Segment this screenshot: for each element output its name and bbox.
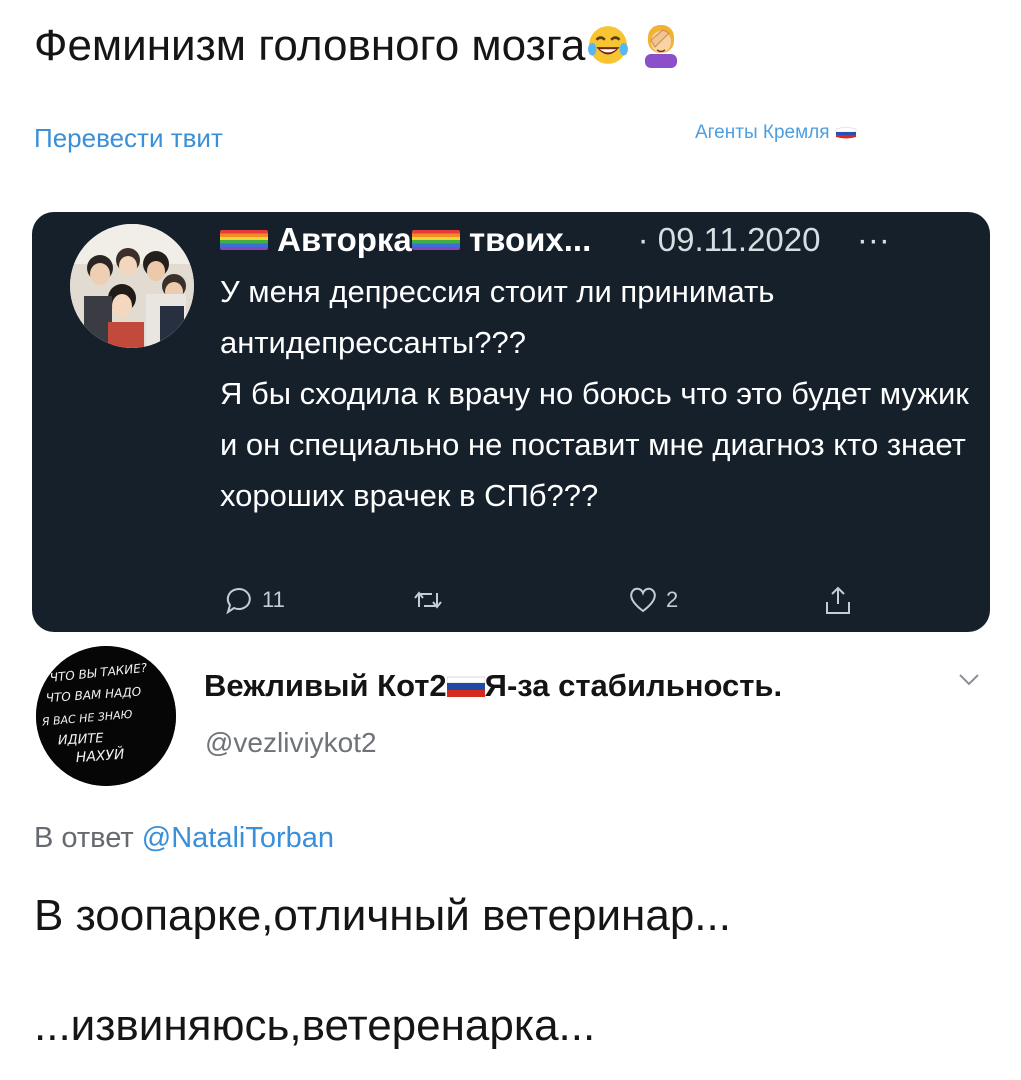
like-action[interactable]: 2	[628, 580, 678, 620]
avatar-text-4: ИДИТЕ	[57, 731, 104, 748]
like-count: 2	[666, 587, 679, 612]
group-photo-image	[70, 224, 194, 348]
quoted-author-name-cont[interactable]: твоих...	[469, 221, 591, 258]
reply-to-mention-link[interactable]: @NataliTorban	[142, 822, 334, 854]
share-icon	[826, 586, 850, 614]
quoted-author-avatar[interactable]	[70, 224, 194, 348]
quoted-tweet-text: У меня депрессия стоит ли принимать анти…	[220, 266, 980, 521]
tweet-text: Феминизм головного мозга	[34, 18, 681, 74]
russia-flag-icon	[835, 127, 857, 139]
quoted-tweet-date[interactable]: · 09.11.2020	[638, 221, 821, 258]
quoted-author-header: Авторка твоих... · 09.11.2020 ···	[220, 218, 890, 262]
reply-author-avatar[interactable]: ЧТО ВЫ ТАКИЕ? ЧТО ВАМ НАДО Я ВАС НЕ ЗНАЮ…	[36, 646, 176, 786]
reply-author-name[interactable]: Вежливый Кот2 Я-за стабильность.	[204, 664, 782, 708]
quoted-tweet-line-1: У меня депрессия стоит ли принимать анти…	[220, 274, 775, 360]
quoted-author-name[interactable]: Авторка	[277, 221, 412, 258]
russia-flag-icon	[446, 676, 485, 697]
heart-icon	[630, 587, 656, 613]
tweet-title-text: Феминизм головного мозга	[34, 21, 586, 70]
retweet-icon	[414, 591, 442, 609]
reply-author-name-part2: Я-за стабильность.	[484, 668, 783, 703]
chevron-down-icon[interactable]	[958, 672, 980, 688]
reply-author-handle[interactable]: @vezliviykot2	[205, 727, 377, 759]
reply-count: 11	[262, 587, 285, 612]
source-label: Агенты Кремля	[695, 122, 857, 144]
reply-context: В ответ @NataliTorban	[34, 822, 334, 855]
quoted-tweet-line-2: Я бы сходила к врачу но боюсь что это бу…	[220, 376, 969, 513]
reply-prefix: В ответ	[34, 822, 134, 854]
reply-action[interactable]: 11	[224, 580, 285, 620]
quoted-tweet-card[interactable]: Авторка твоих... · 09.11.2020 ··· У меня…	[32, 212, 990, 632]
rainbow-flag-icon	[411, 230, 460, 250]
reply-text-line-2: ...извиняюсь,ветеренарка...	[34, 1001, 596, 1050]
laughing-tears-emoji-icon	[588, 26, 629, 64]
more-options-icon[interactable]: ···	[857, 221, 890, 258]
reply-text-line-1: В зоопарке,отличный ветеринар...	[34, 891, 731, 940]
share-action[interactable]	[824, 580, 852, 620]
reply-author-name-part1: Вежливый Кот2	[204, 668, 447, 703]
source-label-text: Агенты Кремля	[695, 122, 830, 143]
reply-icon	[226, 587, 251, 615]
rainbow-flag-icon	[220, 230, 268, 250]
avatar-image: ЧТО ВЫ ТАКИЕ? ЧТО ВАМ НАДО Я ВАС НЕ ЗНАЮ…	[36, 646, 176, 786]
retweet-action[interactable]	[412, 580, 444, 620]
translate-tweet-link[interactable]: Перевести твит	[34, 123, 223, 154]
tweet-actions-bar: 11 2	[220, 580, 860, 620]
facepalm-emoji-icon	[645, 25, 678, 68]
